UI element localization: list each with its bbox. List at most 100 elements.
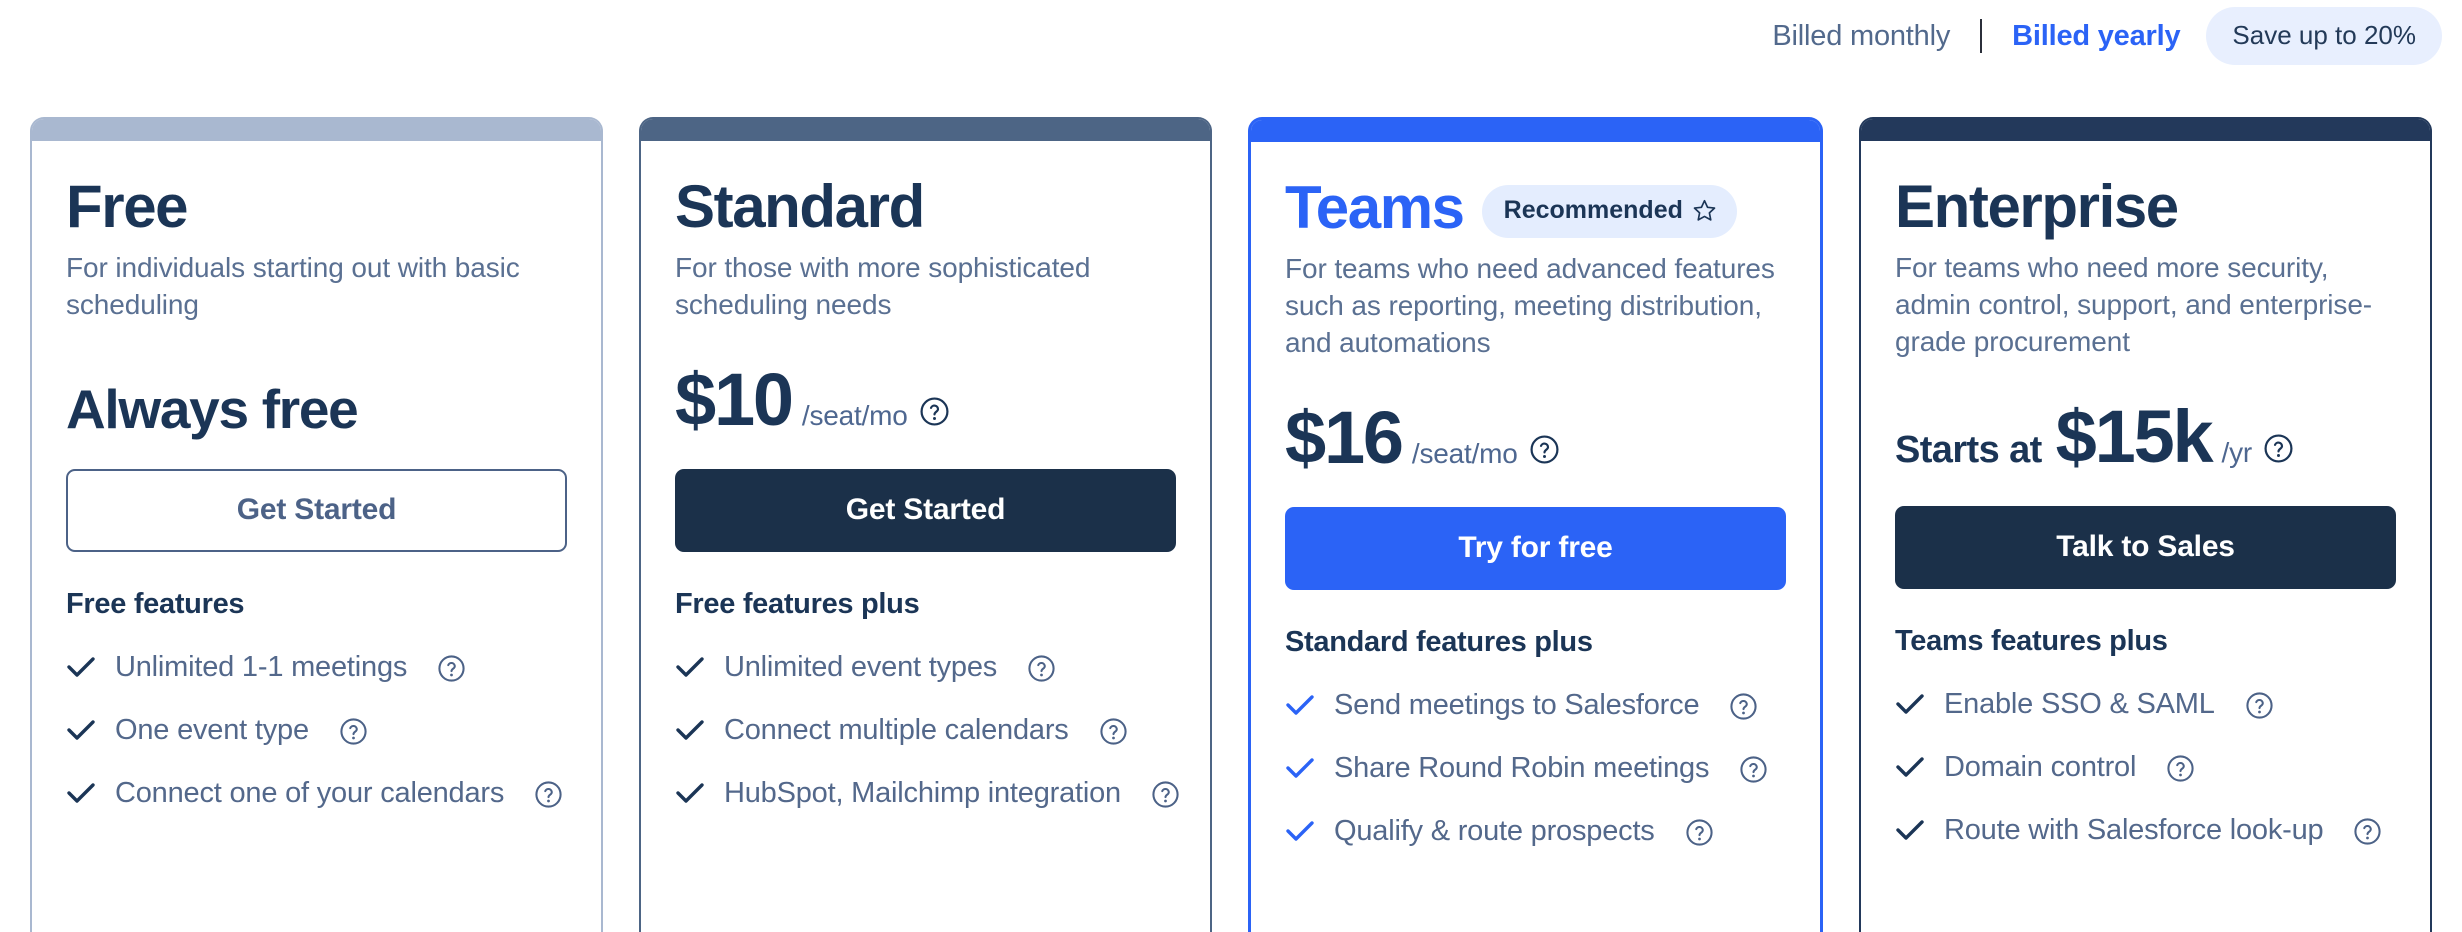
- plan-price: $10 /seat/mo: [675, 323, 1176, 441]
- feature-item: Qualify & route prospects: [1285, 815, 1786, 848]
- check-icon: [1895, 692, 1925, 716]
- check-icon: [675, 781, 705, 805]
- feature-item: Connect multiple calendars: [675, 713, 1176, 747]
- billing-yearly-option[interactable]: Billed yearly: [1982, 21, 2206, 51]
- plan-title-row: Standard: [675, 175, 1176, 239]
- plan-title: Free: [66, 173, 189, 240]
- help-icon[interactable]: [1099, 717, 1128, 746]
- feature-item: One event type: [66, 713, 567, 747]
- help-icon[interactable]: [2245, 691, 2274, 720]
- feature-label: Enable SSO & SAML: [1944, 688, 2215, 721]
- billing-toggle: Billed monthly Billed yearly Save up to …: [1772, 0, 2442, 72]
- card-accent-bar: [1251, 120, 1820, 142]
- features-title: Free features: [66, 588, 245, 621]
- plan-cards: Free For individuals starting out with b…: [30, 117, 2432, 932]
- help-icon[interactable]: [2263, 433, 2294, 464]
- check-icon: [1895, 755, 1925, 779]
- plan-cta-button[interactable]: Get Started: [675, 469, 1176, 553]
- plan-description: For teams who need advanced features suc…: [1285, 252, 1775, 359]
- feature-label: Unlimited event types: [724, 651, 998, 684]
- help-icon[interactable]: [339, 717, 368, 746]
- feature-label: Share Round Robin meetings: [1334, 752, 1710, 785]
- plan-title-row: Free: [66, 175, 567, 239]
- help-icon[interactable]: [1027, 654, 1056, 683]
- card-accent-bar: [32, 119, 601, 141]
- pricing-page: Billed monthly Billed yearly Save up to …: [0, 0, 2462, 932]
- plan-title: Enterprise: [1895, 173, 2179, 240]
- plan-card-standard[interactable]: Standard For those with more sophisticat…: [639, 117, 1212, 932]
- check-icon: [66, 718, 96, 742]
- plan-price-unit: /yr: [2221, 437, 2252, 469]
- plan-price-amount: $16: [1285, 396, 1404, 480]
- feature-label: Route with Salesforce look-up: [1944, 814, 2324, 847]
- recommended-badge: Recommended: [1481, 185, 1737, 239]
- feature-label: Send meetings to Salesforce: [1334, 689, 1700, 722]
- help-icon[interactable]: [2166, 754, 2195, 783]
- plan-description: For teams who need more security, admin …: [1895, 251, 2373, 358]
- feature-item: Enable SSO & SAML: [1895, 688, 2396, 721]
- check-icon: [1895, 818, 1925, 842]
- plan-card-enterprise[interactable]: Enterprise For teams who need more secur…: [1859, 117, 2432, 932]
- check-icon: [1285, 756, 1315, 780]
- feature-item: HubSpot, Mailchimp integration: [675, 776, 1179, 810]
- plan-price: $16 /seat/mo: [1285, 361, 1786, 479]
- feature-label: Qualify & route prospects: [1334, 815, 1655, 848]
- plan-cta-button[interactable]: Talk to Sales: [1895, 506, 2396, 590]
- help-icon[interactable]: [1151, 780, 1180, 809]
- check-icon: [675, 655, 705, 679]
- feature-label: One event type: [115, 713, 309, 746]
- check-icon: [1285, 693, 1315, 717]
- help-icon[interactable]: [1729, 692, 1758, 721]
- help-icon[interactable]: [919, 396, 950, 427]
- feature-item: Send meetings to Salesforce: [1285, 689, 1786, 722]
- feature-item: Route with Salesforce look-up: [1895, 814, 2396, 847]
- plan-title-row: Teams Recommended: [1285, 176, 1786, 240]
- plan-price-unit: /seat/mo: [801, 400, 908, 432]
- feature-label: Domain control: [1944, 751, 2137, 784]
- help-icon[interactable]: [437, 654, 466, 683]
- check-icon: [1285, 819, 1315, 843]
- save-badge[interactable]: Save up to 20%: [2206, 7, 2442, 65]
- check-icon: [66, 655, 96, 679]
- plan-price-amount: $10: [675, 358, 794, 442]
- plan-price-amount: $15k: [2055, 395, 2214, 479]
- plan-price-free-label: Always free: [66, 378, 359, 441]
- features-title: Standard features plus: [1285, 626, 1593, 659]
- feature-label: Connect one of your calendars: [115, 776, 505, 809]
- feature-list: Unlimited 1-1 meetings One event type Co…: [66, 651, 567, 810]
- plan-price: Starts at $15k /yr: [1895, 360, 2396, 478]
- feature-label: Connect multiple calendars: [724, 713, 1069, 746]
- plan-description: For those with more sophisticated schedu…: [675, 251, 1091, 320]
- features-title: Teams features plus: [1895, 625, 2168, 658]
- feature-label: HubSpot, Mailchimp integration: [724, 776, 1121, 809]
- help-icon[interactable]: [1529, 434, 1560, 465]
- plan-cta-button[interactable]: Try for free: [1285, 507, 1786, 591]
- plan-cta-button[interactable]: Get Started: [66, 469, 567, 553]
- billing-monthly-option[interactable]: Billed monthly: [1772, 21, 1980, 51]
- recommended-badge-label: Recommended: [1503, 196, 1683, 225]
- star-icon: [1692, 198, 1717, 223]
- feature-list: Enable SSO & SAML Domain control Route w…: [1895, 688, 2396, 847]
- feature-label: Unlimited 1-1 meetings: [115, 651, 408, 684]
- check-icon: [675, 718, 705, 742]
- help-icon[interactable]: [1685, 818, 1714, 847]
- card-accent-bar: [1861, 119, 2430, 141]
- feature-list: Send meetings to Salesforce Share Round …: [1285, 689, 1786, 848]
- features-title: Free features plus: [675, 588, 920, 621]
- plan-description: For individuals starting out with basic …: [66, 251, 520, 320]
- help-icon[interactable]: [534, 780, 563, 809]
- feature-item: Connect one of your calendars: [66, 776, 567, 810]
- plan-title: Teams: [1285, 174, 1465, 241]
- plan-price-prefix: Starts at: [1895, 429, 2042, 472]
- feature-item: Share Round Robin meetings: [1285, 752, 1786, 785]
- feature-item: Unlimited 1-1 meetings: [66, 651, 567, 684]
- plan-title-row: Enterprise: [1895, 175, 2396, 239]
- plan-card-free[interactable]: Free For individuals starting out with b…: [30, 117, 603, 932]
- feature-list: Unlimited event types Connect multiple c…: [675, 651, 1179, 810]
- help-icon[interactable]: [2353, 817, 2382, 846]
- plan-price-unit: /seat/mo: [1411, 438, 1518, 470]
- plan-card-teams[interactable]: Teams Recommended For teams who need adv…: [1248, 117, 1823, 932]
- help-icon[interactable]: [1739, 755, 1768, 784]
- check-icon: [66, 781, 96, 805]
- feature-item: Domain control: [1895, 751, 2396, 784]
